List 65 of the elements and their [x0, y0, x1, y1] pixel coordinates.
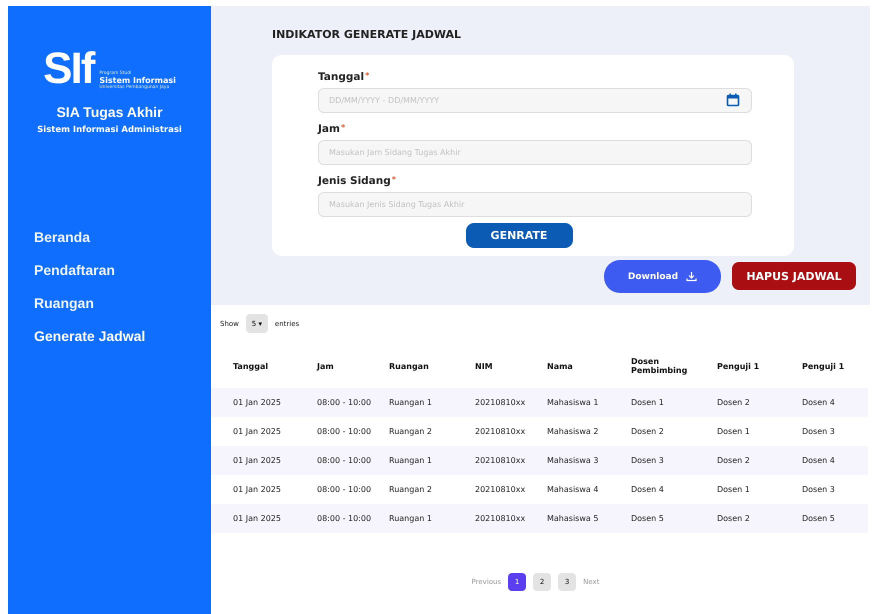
- download-icon: [686, 271, 698, 282]
- app-title: SIA Tugas Akhir: [56, 104, 163, 120]
- column-header: Penguji 1: [717, 362, 760, 370]
- table-cell-text: Dosen 2: [717, 514, 751, 523]
- column-header: Tanggal: [233, 362, 270, 370]
- table-cell-text: Mahasiswa 3: [547, 456, 600, 465]
- table-cell-text: Mahasiswa 5: [547, 514, 600, 523]
- table-cell-text: 20210810xx: [475, 456, 526, 465]
- table-cell-text: Dosen 3: [802, 427, 836, 436]
- table-cell-text: Dosen 2: [717, 456, 751, 465]
- field-label: Tanggal*: [318, 71, 370, 83]
- column-header: Jam: [317, 362, 335, 370]
- table-cell-text: 08:00 - 10:00: [317, 514, 372, 523]
- table-cell-text: Dosen 5: [631, 514, 665, 523]
- table-cell-text: Dosen 4: [631, 485, 665, 494]
- table-cell-text: Dosen 1: [631, 398, 665, 407]
- nav-item[interactable]: Ruangan: [34, 295, 211, 311]
- table-cell-text: 20210810xx: [475, 398, 526, 407]
- table-cell-text: Mahasiswa 2: [547, 427, 600, 436]
- table-cell-text: 01 Jan 2025: [233, 485, 282, 494]
- column-header: NIM: [475, 362, 494, 370]
- table-cell-text: Ruangan 2: [389, 427, 433, 436]
- table-cell-text: 01 Jan 2025: [233, 398, 282, 407]
- nav-item[interactable]: Pendaftaran: [34, 262, 211, 278]
- table-cell-text: Ruangan 2: [389, 485, 433, 494]
- table-cell-text: 01 Jan 2025: [233, 427, 282, 436]
- section-heading: INDIKATOR GENERATE JADWAL: [272, 28, 462, 41]
- table-cell-text: Dosen 3: [631, 456, 665, 465]
- table-cell-text: Dosen 5: [802, 514, 836, 523]
- column-header: Dosen Pembimbing: [631, 357, 688, 375]
- field-label: Jam*: [318, 123, 346, 135]
- logo-mark: SIf: [43, 46, 96, 92]
- generate-button[interactable]: GENRATE: [466, 223, 572, 248]
- table-cell-text: Dosen 3: [802, 485, 836, 494]
- table-cell-text: 20210810xx: [475, 485, 526, 494]
- table-cell-text: 08:00 - 10:00: [317, 485, 372, 494]
- table-cell-text: 20210810xx: [475, 427, 526, 436]
- table-cell-text: Dosen 4: [802, 456, 836, 465]
- table-cell-text: Mahasiswa 1: [547, 398, 600, 407]
- table-cell-text: 08:00 - 10:00: [317, 427, 372, 436]
- download-button[interactable]: Download: [604, 260, 721, 293]
- column-header: Penguji 1: [802, 362, 846, 370]
- column-header: Ruangan: [389, 362, 430, 370]
- table-cell-text: 08:00 - 10:00: [317, 398, 372, 407]
- table-cell-text: 08:00 - 10:00: [317, 456, 372, 465]
- table-cell-text: 01 Jan 2025: [233, 514, 282, 523]
- logo-text: Sistem Informasi: [99, 76, 176, 85]
- table-cell-text: 01 Jan 2025: [233, 456, 282, 465]
- field-label: Jenis Sidang*: [318, 175, 397, 187]
- calendar-icon[interactable]: [726, 93, 740, 107]
- column-header: Nama: [547, 362, 574, 370]
- delete-schedule-button[interactable]: HAPUS JADWAL: [732, 262, 856, 290]
- table-cell-text: Ruangan 1: [389, 514, 433, 523]
- table-cell-text: Dosen 1: [717, 485, 751, 494]
- table-cell-text: Ruangan 1: [389, 456, 433, 465]
- table-cell-text: Mahasiswa 4: [547, 485, 600, 494]
- app-subtitle: Sistem Informasi Administrasi: [37, 125, 182, 135]
- table-cell-text: Dosen 2: [717, 398, 751, 407]
- table-cell-text: 20210810xx: [475, 514, 526, 523]
- table-cell-text: Dosen 2: [631, 427, 665, 436]
- table-cell-text: Dosen 4: [802, 398, 836, 407]
- table-cell-text: Dosen 1: [717, 427, 751, 436]
- table-cell-text: Ruangan 1: [389, 398, 433, 407]
- nav-item[interactable]: Generate Jadwal: [34, 328, 211, 344]
- nav-item[interactable]: Beranda: [34, 229, 211, 245]
